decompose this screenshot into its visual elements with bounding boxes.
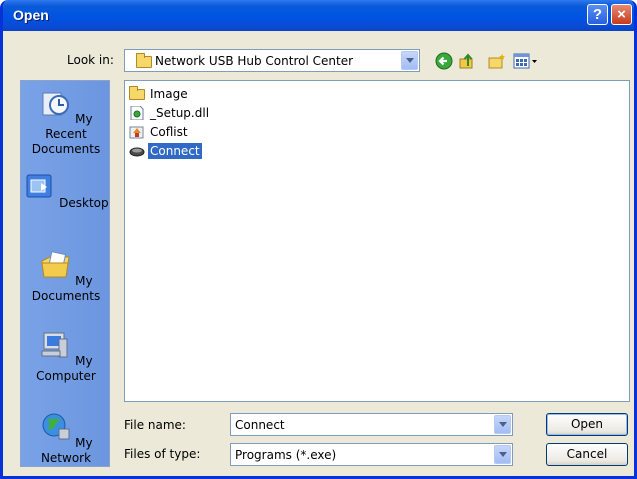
places-bar: My Recent Documents Desktop My Documents (20, 80, 110, 467)
cancel-button[interactable]: Cancel (546, 443, 628, 466)
recent-documents-icon (42, 92, 70, 116)
views-menu-icon[interactable] (513, 52, 539, 70)
desktop-icon (26, 174, 52, 198)
place-label: Desktop (59, 196, 109, 210)
place-my-computer[interactable]: My Computer (21, 329, 111, 384)
program-icon (129, 126, 144, 139)
file-name: _Setup.dll (150, 106, 210, 120)
dll-file-icon (130, 106, 144, 120)
title-bar[interactable]: Open ? × (3, 0, 634, 31)
connect-program-icon (129, 147, 145, 157)
place-my-network[interactable]: My Network (21, 411, 111, 466)
file-name-combobox[interactable]: Connect (230, 413, 513, 436)
my-documents-icon (41, 251, 70, 278)
file-name-label: File name: (124, 418, 186, 432)
file-name: Connect (147, 142, 203, 160)
files-of-type-label: Files of type: (124, 447, 201, 461)
window-title: Open (13, 7, 49, 23)
file-list[interactable]: Image _Setup.dll Coflist Connect (124, 80, 630, 402)
look-in-dropdown[interactable]: Network USB Hub Control Center (124, 49, 420, 72)
file-name-input[interactable]: Connect (235, 418, 285, 432)
chevron-down-icon[interactable] (494, 415, 511, 434)
my-network-icon (42, 413, 70, 440)
folder-icon (136, 53, 152, 68)
place-my-recent-documents[interactable]: My Recent Documents (21, 87, 111, 157)
new-folder-icon[interactable] (488, 52, 506, 70)
close-button[interactable]: × (611, 4, 632, 25)
help-button[interactable]: ? (587, 4, 608, 25)
folder-icon (129, 86, 145, 100)
place-my-documents[interactable]: My Documents (21, 249, 111, 304)
up-folder-icon[interactable] (458, 52, 476, 70)
look-in-value: Network USB Hub Control Center (155, 54, 354, 68)
file-name: Image (150, 87, 188, 101)
my-computer-icon (41, 332, 68, 358)
files-of-type-value: Programs (*.exe) (235, 448, 337, 462)
file-name: Coflist (150, 125, 188, 139)
look-in-label: Look in: (67, 53, 114, 67)
chevron-down-icon[interactable] (401, 51, 418, 70)
files-of-type-dropdown[interactable]: Programs (*.exe) (230, 443, 513, 466)
back-icon[interactable] (435, 52, 453, 70)
place-desktop[interactable]: Desktop (21, 171, 111, 211)
open-dialog: Open ? × Look in: Network USB Hub Contro… (0, 0, 637, 479)
open-button[interactable]: Open (546, 413, 628, 436)
chevron-down-icon[interactable] (494, 445, 511, 464)
